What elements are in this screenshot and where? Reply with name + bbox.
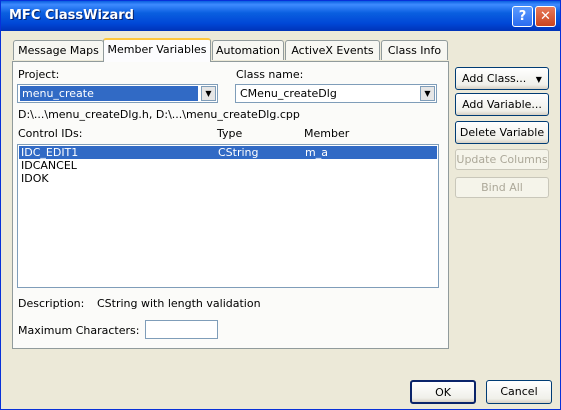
update-columns-button[interactable]: Update Columns (455, 149, 549, 170)
add-class-button[interactable]: Add Class... ▼ (455, 67, 549, 90)
description-label: Description: (18, 297, 85, 310)
member-header: Member (304, 127, 350, 140)
close-icon: ✕ (540, 9, 551, 24)
chevron-down-icon: ▼ (535, 75, 542, 84)
cancel-button[interactable]: Cancel (486, 380, 552, 404)
window-title: MFC ClassWizard (9, 8, 134, 23)
tab-class-info[interactable]: Class Info (381, 40, 448, 60)
close-button[interactable]: ✕ (535, 6, 556, 27)
class-name-combo[interactable]: CMenu_createDlg ▼ (235, 84, 437, 103)
chevron-down-icon[interactable]: ▼ (201, 86, 216, 101)
chevron-down-icon[interactable]: ▼ (420, 86, 435, 101)
delete-variable-button[interactable]: Delete Variable (455, 121, 549, 144)
control-ids-list[interactable]: IDC_EDIT1 CString m_a IDCANCEL IDOK (17, 144, 439, 288)
class-name-label: Class name: (236, 68, 304, 81)
control-ids-header: Control IDs: (18, 127, 83, 140)
project-value: menu_create (20, 86, 198, 101)
max-chars-label: Maximum Characters: (18, 324, 140, 337)
add-class-label: Add Class... (462, 72, 527, 85)
control-member: m_a (305, 146, 328, 159)
max-chars-input[interactable] (145, 320, 218, 339)
classwizard-dialog: MFC ClassWizard ? ✕ Message Maps Member … (0, 0, 561, 410)
bind-all-button[interactable]: Bind All (455, 177, 549, 198)
project-label: Project: (18, 68, 60, 81)
ok-button[interactable]: OK (410, 380, 476, 404)
control-id: IDC_EDIT1 (21, 146, 79, 159)
class-name-value: CMenu_createDlg (240, 87, 337, 100)
file-path: D:\...\menu_createDlg.h, D:\...\menu_cre… (18, 108, 300, 121)
control-id: IDOK (21, 172, 49, 185)
help-icon: ? (518, 9, 527, 24)
list-item[interactable]: IDOK (19, 172, 437, 185)
type-header: Type (217, 127, 243, 140)
tab-message-maps[interactable]: Message Maps (13, 40, 104, 60)
list-item[interactable]: IDC_EDIT1 CString m_a (19, 146, 437, 159)
project-combo[interactable]: menu_create ▼ (17, 84, 218, 103)
tab-activex-events[interactable]: ActiveX Events (285, 40, 380, 60)
add-variable-button[interactable]: Add Variable... (455, 93, 549, 116)
help-button[interactable]: ? (512, 6, 533, 27)
tab-member-variables[interactable]: Member Variables (103, 38, 211, 62)
description-value: CString with length validation (97, 297, 261, 310)
control-type: CString (218, 146, 259, 159)
list-item[interactable]: IDCANCEL (19, 159, 437, 172)
title-bar[interactable]: MFC ClassWizard ? ✕ (1, 1, 560, 31)
tab-automation[interactable]: Automation (212, 40, 284, 60)
control-id: IDCANCEL (21, 159, 77, 172)
